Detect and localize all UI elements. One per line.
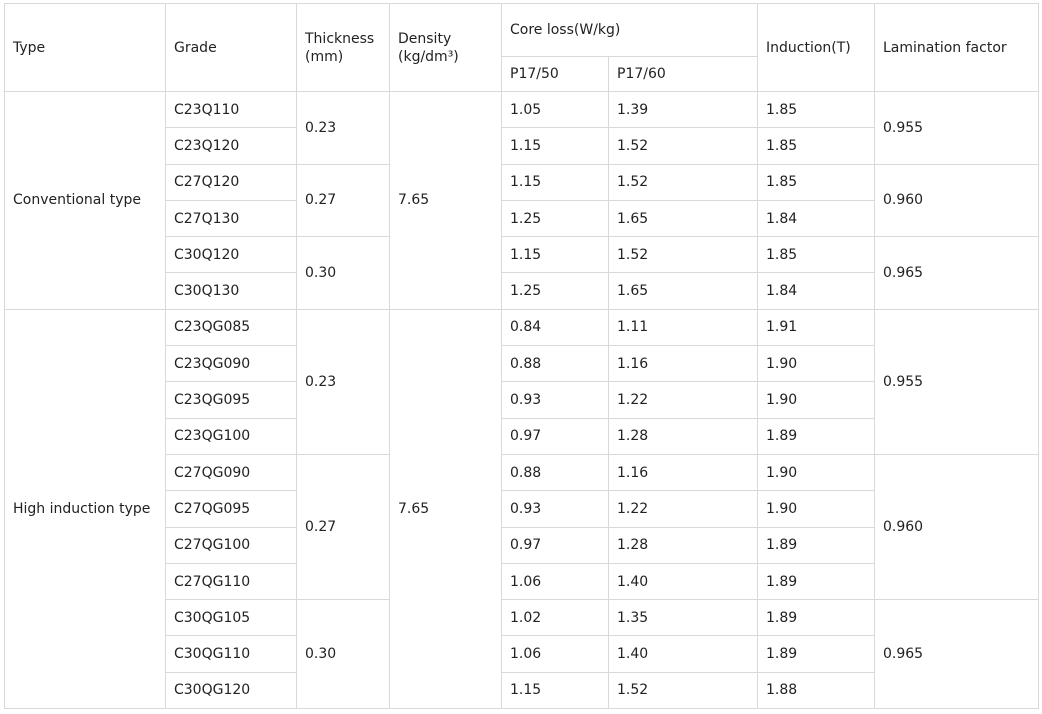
induction-cell: 1.90: [757, 490, 875, 528]
grade-cell: C27QG095: [165, 490, 297, 528]
lamination-cell: 0.965: [874, 599, 1039, 710]
induction-cell: 1.90: [757, 453, 875, 492]
thickness-cell: 0.30: [296, 236, 390, 310]
lamination-cell: 0.955: [874, 308, 1039, 455]
p1750-cell: 0.93: [501, 490, 609, 528]
p1750-cell: 0.84: [501, 308, 609, 347]
p1760-cell: 1.11: [608, 308, 758, 347]
grade-cell: C23QG095: [165, 381, 297, 419]
p1750-cell: 1.06: [501, 562, 609, 601]
p1750-cell: 1.05: [501, 90, 609, 129]
p1750-cell: 1.15: [501, 236, 609, 274]
lamination-cell: 0.955: [874, 91, 1039, 165]
header-core-loss: Core loss(W/kg): [501, 3, 758, 57]
p1750-cell: 1.25: [501, 272, 609, 310]
table-row: Conventional type C23Q110 0.23 7.65 1.05 1.39…: [4, 90, 1039, 310]
header-p1750: P17/50: [501, 56, 609, 92]
thickness-cell: 0.27: [296, 453, 390, 601]
p1750-cell: 1.15: [501, 163, 609, 201]
induction-cell: 1.89: [757, 599, 875, 637]
thickness-cell: 0.23: [296, 308, 390, 455]
p1760-cell: 1.40: [608, 635, 758, 673]
p1750-cell: 1.02: [501, 599, 609, 637]
type-cell: Conventional type: [4, 91, 166, 310]
thickness-cell: 0.23: [296, 91, 390, 165]
p1760-cell: 1.28: [608, 526, 758, 564]
p1760-cell: 1.40: [608, 562, 758, 601]
type-cell: High induction type: [4, 308, 166, 710]
p1760-cell: 1.52: [608, 127, 758, 165]
p1760-cell: 1.16: [608, 453, 758, 492]
grade-cell: C23Q110: [165, 90, 297, 129]
p1750-cell: 1.06: [501, 635, 609, 673]
p1760-cell: 1.16: [608, 345, 758, 383]
grade-cell: C27QG100: [165, 526, 297, 564]
grade-cell: C27QG110: [165, 562, 297, 601]
thickness-cell: 0.27: [296, 163, 390, 238]
grade-cell: C23QG090: [165, 345, 297, 383]
grade-table: Type Grade Thickness (mm) Density (kg/dm…: [4, 3, 1039, 710]
grade-cell: C27QG090: [165, 453, 297, 492]
header-thickness: Thickness (mm): [296, 3, 390, 92]
p1760-cell: 1.52: [608, 236, 758, 274]
induction-cell: 1.88: [757, 671, 875, 710]
density-cell: 7.65: [389, 91, 502, 310]
density-cell: 7.65: [389, 308, 502, 710]
p1760-cell: 1.52: [608, 163, 758, 201]
p1760-cell: 1.65: [608, 272, 758, 310]
grade-cell: C27Q130: [165, 199, 297, 238]
p1760-cell: 1.22: [608, 381, 758, 419]
p1760-cell: 1.35: [608, 599, 758, 637]
header-lamination-factor: Lamination factor: [874, 3, 1039, 92]
header-type: Type: [4, 3, 166, 92]
p1750-cell: 0.97: [501, 417, 609, 455]
p1760-cell: 1.39: [608, 90, 758, 129]
grade-cell: C27Q120: [165, 163, 297, 201]
induction-cell: 1.91: [757, 308, 875, 347]
table-body: Conventional type C23Q110 0.23 7.65 1.05 1.39…: [4, 90, 1039, 710]
grade-cell: C23QG100: [165, 417, 297, 455]
p1750-cell: 1.25: [501, 199, 609, 238]
p1760-cell: 1.65: [608, 199, 758, 238]
grade-cell: C30QG110: [165, 635, 297, 673]
grade-cell: C30QG105: [165, 599, 297, 637]
header-grade: Grade: [165, 3, 297, 92]
induction-cell: 1.89: [757, 417, 875, 455]
header-p1760: P17/60: [608, 56, 758, 92]
p1760-cell: 1.28: [608, 417, 758, 455]
induction-cell: 1.85: [757, 236, 875, 274]
induction-cell: 1.85: [757, 90, 875, 129]
grade-cell: C30Q130: [165, 272, 297, 310]
induction-cell: 1.89: [757, 526, 875, 564]
grade-cell: C30Q120: [165, 236, 297, 274]
table-row: High induction type C23QG085 0.23 7.65 0.84 1…: [4, 308, 1039, 710]
lamination-cell: 0.960: [874, 163, 1039, 238]
induction-cell: 1.89: [757, 635, 875, 673]
p1750-cell: 0.88: [501, 345, 609, 383]
grade-cell: C23QG085: [165, 308, 297, 347]
p1760-cell: 1.52: [608, 671, 758, 710]
induction-cell: 1.85: [757, 163, 875, 201]
induction-cell: 1.84: [757, 199, 875, 238]
induction-cell: 1.90: [757, 345, 875, 383]
thickness-cell: 0.30: [296, 599, 390, 710]
induction-cell: 1.84: [757, 272, 875, 310]
p1750-cell: 0.97: [501, 526, 609, 564]
p1750-cell: 1.15: [501, 127, 609, 165]
p1750-cell: 0.93: [501, 381, 609, 419]
p1760-cell: 1.22: [608, 490, 758, 528]
header-induction: Induction(T): [757, 3, 875, 92]
induction-cell: 1.89: [757, 562, 875, 601]
induction-cell: 1.90: [757, 381, 875, 419]
grade-cell: C30QG120: [165, 671, 297, 710]
header-row: Type Grade Thickness (mm) Density (kg/dm…: [4, 3, 1039, 92]
p1750-cell: 1.15: [501, 671, 609, 710]
lamination-cell: 0.965: [874, 236, 1039, 310]
lamination-cell: 0.960: [874, 453, 1039, 601]
p1750-cell: 0.88: [501, 453, 609, 492]
induction-cell: 1.85: [757, 127, 875, 165]
header-density: Density (kg/dm³): [389, 3, 502, 92]
grade-cell: C23Q120: [165, 127, 297, 165]
